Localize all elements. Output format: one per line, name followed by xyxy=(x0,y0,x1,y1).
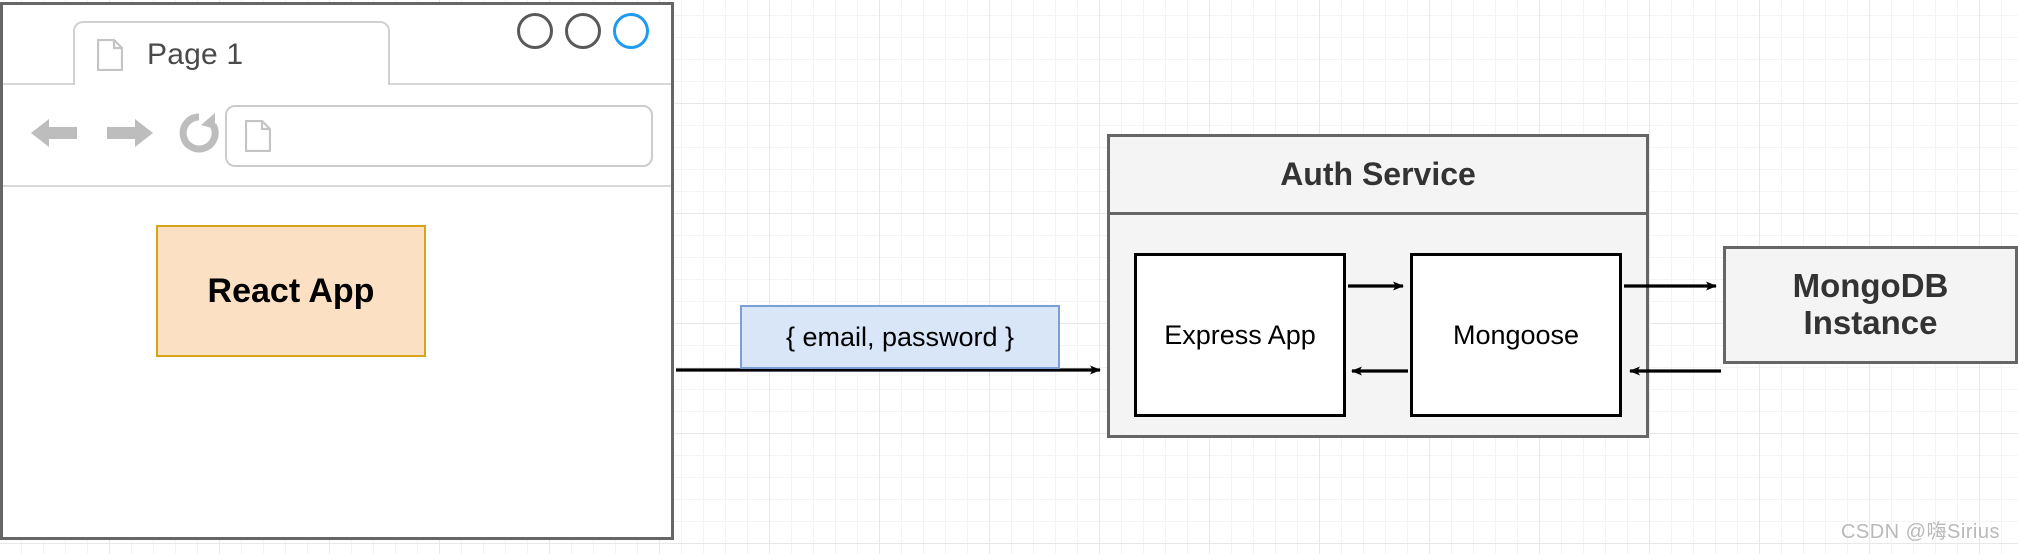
window-circle-2-icon[interactable] xyxy=(565,13,601,49)
arrow-left-icon[interactable] xyxy=(29,113,81,158)
react-app-label: React App xyxy=(207,271,375,310)
payload-edge-label: { email, password } xyxy=(740,305,1060,369)
mongodb-line-2: Instance xyxy=(1803,304,1938,341)
browser-tab-label: Page 1 xyxy=(147,38,244,71)
window-circle-3-icon[interactable] xyxy=(613,13,649,49)
auth-service-header: Auth Service xyxy=(1110,137,1646,215)
browser-tab-bar: Page 1 xyxy=(3,5,671,87)
browser-viewport: React App xyxy=(3,187,671,537)
window-controls xyxy=(517,13,649,49)
address-document-icon xyxy=(245,120,271,152)
express-app-label: Express App xyxy=(1164,319,1316,350)
watermark: CSDN @嗨Sirius xyxy=(1840,521,2000,543)
arrow-right-icon[interactable] xyxy=(103,113,155,158)
react-app-node[interactable]: React App xyxy=(156,225,426,357)
diagram-canvas: Page 1 React App Auth Service Express Ap… xyxy=(0,0,2018,554)
mongodb-instance-label: MongoDB Instance xyxy=(1792,267,1949,342)
payload-edge-label-text: { email, password } xyxy=(785,321,1015,352)
browser-window-mockup: Page 1 React App xyxy=(0,2,674,540)
address-bar[interactable] xyxy=(225,105,653,167)
document-icon xyxy=(97,39,123,71)
mongoose-label: Mongoose xyxy=(1452,319,1580,350)
browser-tab-page-1[interactable]: Page 1 xyxy=(73,21,390,87)
auth-service-title: Auth Service xyxy=(1280,156,1476,192)
window-circle-1-icon[interactable] xyxy=(517,13,553,49)
mongoose-node[interactable]: Mongoose xyxy=(1410,253,1622,417)
browser-toolbar xyxy=(3,85,671,187)
mongodb-instance-node[interactable]: MongoDB Instance xyxy=(1723,246,2018,364)
mongodb-line-1: MongoDB xyxy=(1792,267,1949,305)
reload-icon[interactable] xyxy=(177,111,221,160)
express-app-node[interactable]: Express App xyxy=(1134,253,1346,417)
